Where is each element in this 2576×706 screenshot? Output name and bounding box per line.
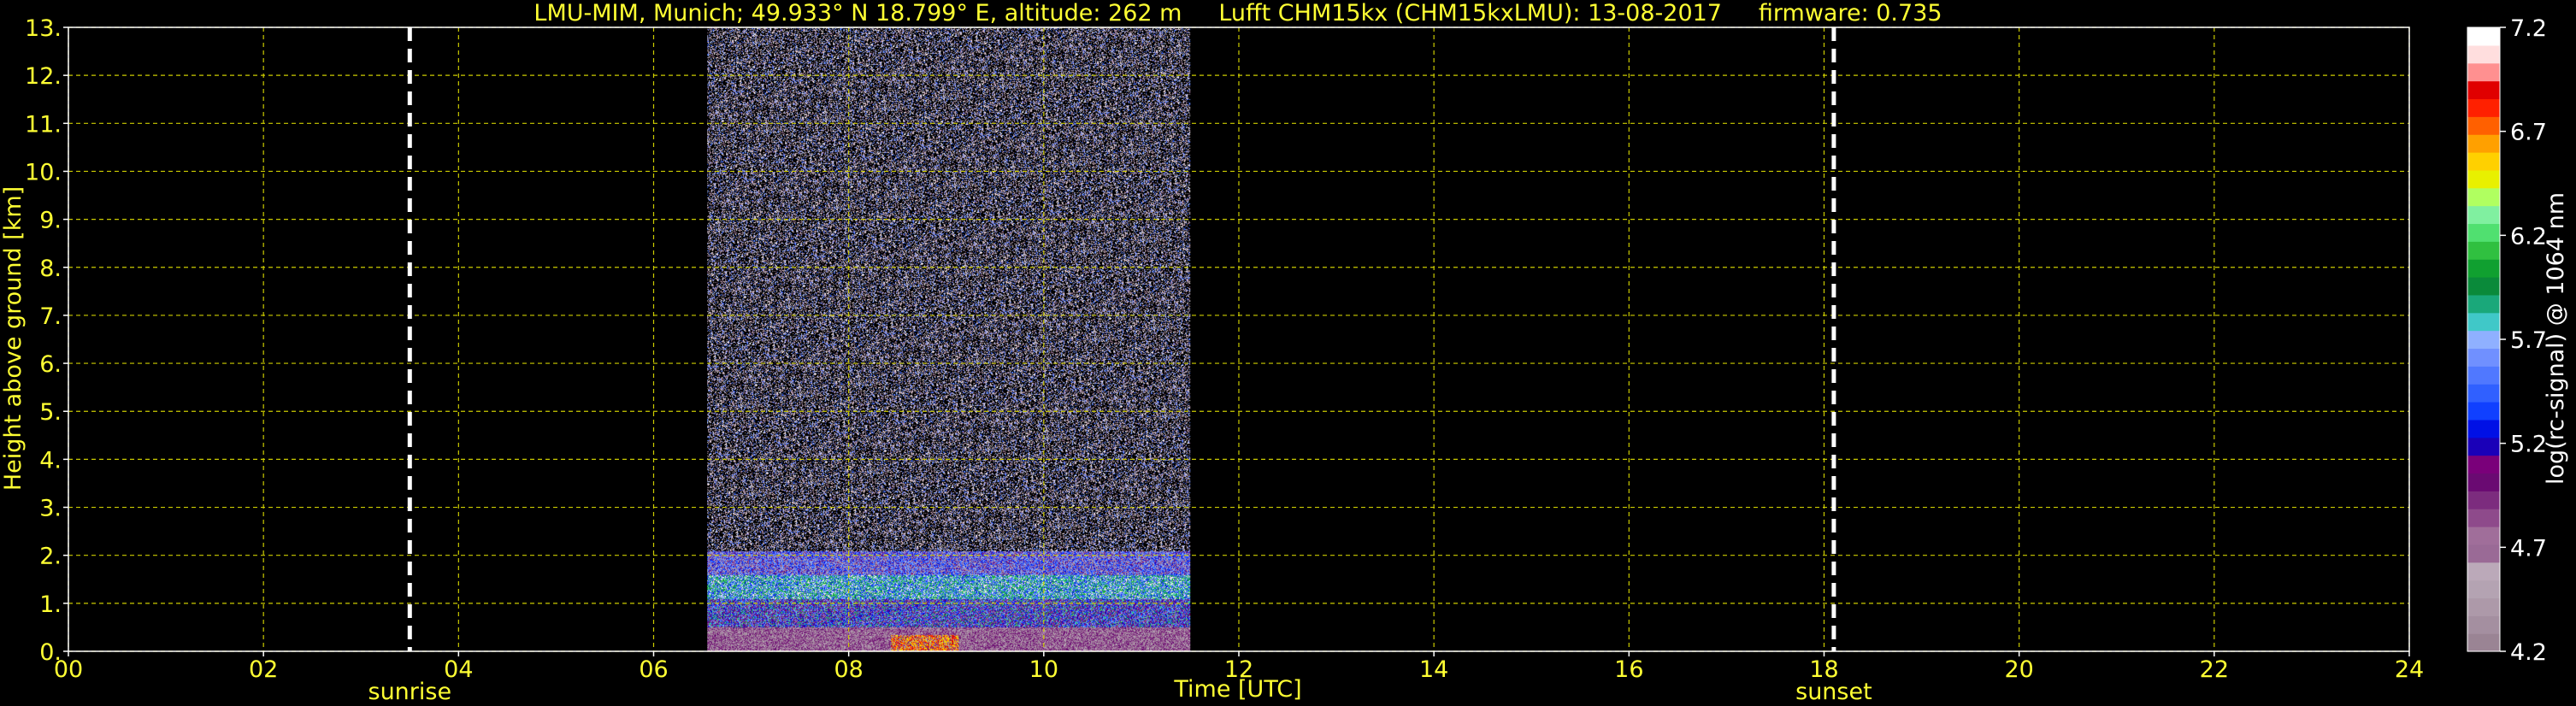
colorbar-segment	[2467, 366, 2500, 385]
colorbar-segment	[2467, 277, 2500, 296]
colorbar-segment	[2467, 509, 2500, 527]
chart-title: LMU-MIM, Munich; 49.933° N 18.799° E, al…	[533, 0, 1942, 26]
colorbar-segment	[2467, 98, 2500, 117]
y-tick-label: 10.	[25, 159, 62, 185]
y-axis-label: Height above ground [km]	[0, 186, 27, 491]
backscatter-image	[707, 27, 1191, 651]
colorbar-tick-label: 6.7	[2510, 120, 2547, 146]
colorbar-tick-label: 4.2	[2510, 639, 2547, 666]
x-tick-label: 22	[2200, 656, 2229, 683]
colorbar-segment	[2467, 633, 2500, 652]
colorbar-label: log(rc-signal) @ 1064 nm	[2543, 192, 2569, 485]
y-tick-label: 11.	[25, 111, 62, 138]
colorbar-segment	[2467, 437, 2500, 456]
y-tick-label: 8.	[39, 256, 62, 282]
colorbar-tick-label: 7.2	[2510, 15, 2547, 42]
colorbar-segment	[2467, 187, 2500, 207]
colorbar-segment	[2467, 80, 2500, 100]
colorbar-segment	[2467, 312, 2500, 332]
y-tick-label: 7.	[39, 303, 62, 330]
colorbar-tick-label: 5.7	[2510, 327, 2547, 354]
colorbar-tick-label: 6.2	[2510, 223, 2547, 250]
y-tick-label: 13.	[25, 15, 62, 42]
colorbar-segment	[2467, 402, 2500, 421]
x-tick-label: 10	[1029, 656, 1058, 683]
colorbar-segment	[2467, 223, 2500, 242]
colorbar-segment	[2467, 455, 2500, 474]
x-tick-label: 06	[639, 656, 668, 683]
y-tick-label: 4.	[39, 447, 62, 474]
colorbar-segment	[2467, 62, 2500, 82]
y-tick-label: 0.	[39, 639, 62, 666]
x-tick-label: 02	[249, 656, 278, 683]
colorbar-segment	[2467, 580, 2500, 599]
y-tick-label: 2.	[39, 544, 62, 570]
colorbar-segment	[2467, 615, 2500, 634]
x-tick-label: 16	[1614, 656, 1643, 683]
x-tick-label: 24	[2395, 656, 2424, 683]
y-tick-label: 5.	[39, 399, 62, 426]
colorbar-segment	[2467, 562, 2500, 581]
x-tick-label: 08	[834, 656, 863, 683]
colorbar-tick-label: 5.2	[2510, 432, 2547, 458]
sunrise-label: sunrise	[368, 679, 452, 705]
colorbar-segment	[2467, 116, 2500, 135]
colorbar-segment	[2467, 544, 2500, 563]
colorbar-tick-label: 4.7	[2510, 535, 2547, 562]
colorbar-segment	[2467, 419, 2500, 438]
colorbar-segment	[2467, 241, 2500, 260]
y-tick-label: 9.	[39, 208, 62, 234]
plot-area	[707, 27, 1191, 651]
colorbar-segment	[2467, 597, 2500, 616]
y-tick-label: 12.	[25, 63, 62, 90]
colorbar-segment	[2467, 27, 2500, 46]
colorbar-segment	[2467, 259, 2500, 278]
colorbar-segment	[2467, 152, 2500, 171]
colorbar-segment	[2467, 527, 2500, 545]
x-tick-label: 04	[444, 656, 473, 683]
y-tick-label: 1.	[39, 591, 62, 618]
colorbar-segment	[2467, 384, 2500, 403]
y-tick-label: 3.	[39, 496, 62, 522]
x-axis-label: Time [UTC]	[1173, 676, 1301, 703]
colorbar-segment	[2467, 205, 2500, 225]
colorbar-segment	[2467, 491, 2500, 509]
x-tick-label: 18	[1809, 656, 1838, 683]
colorbar-segment	[2467, 330, 2500, 350]
colorbar-segment	[2467, 44, 2500, 64]
x-tick-label: 14	[1419, 656, 1448, 683]
colorbar-segment	[2467, 134, 2500, 153]
colorbar-segment	[2467, 169, 2500, 189]
colorbar-segment	[2467, 473, 2500, 491]
ceilometer-chart: LMU-MIM, Munich; 49.933° N 18.799° E, al…	[0, 0, 2576, 706]
x-tick-label: 20	[2004, 656, 2033, 683]
y-tick-label: 6.	[39, 351, 62, 378]
colorbar-segment	[2467, 348, 2500, 367]
colorbar-segment	[2467, 294, 2500, 314]
